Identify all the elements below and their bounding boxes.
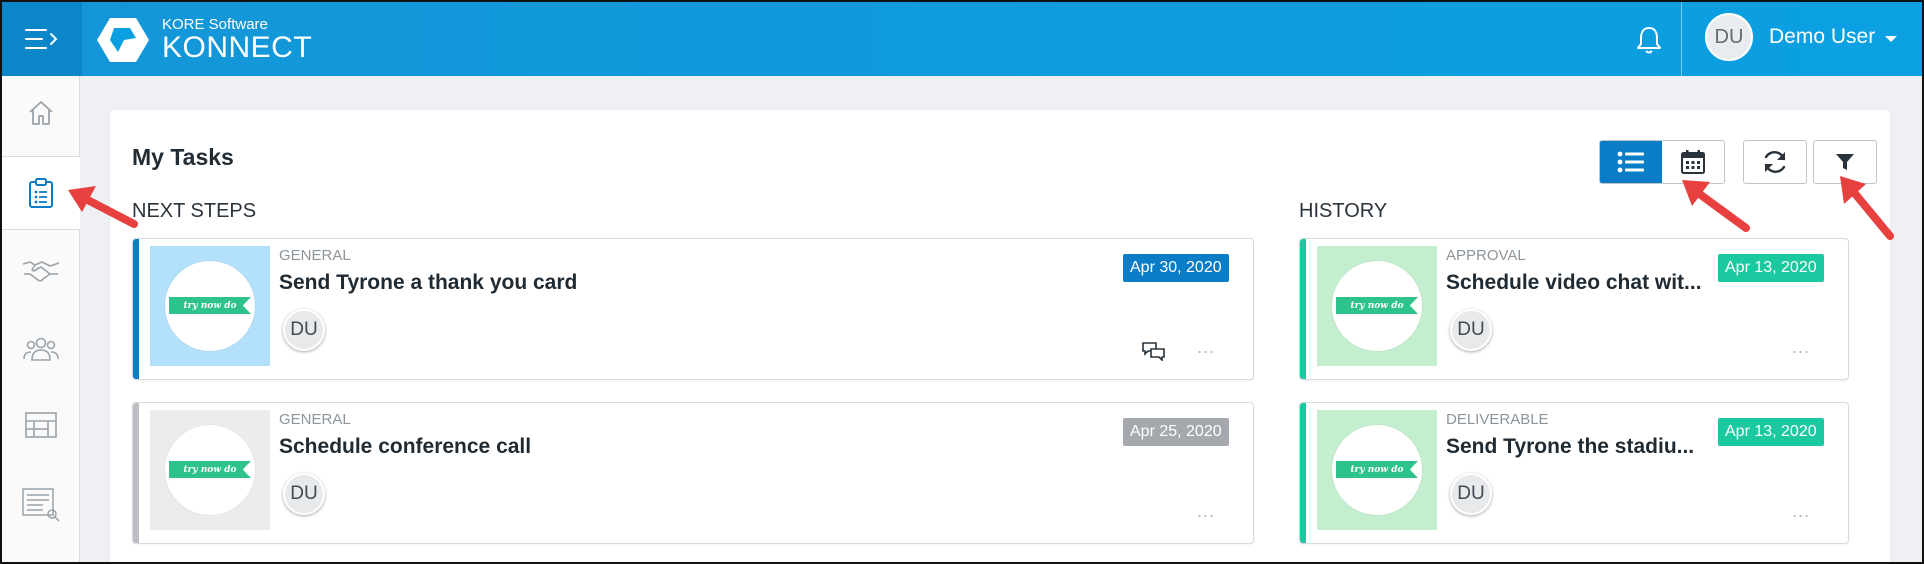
list-icon <box>1617 151 1644 173</box>
brand-logo-image: try now do <box>165 261 255 351</box>
brand-logo-text: try now do <box>1350 300 1404 311</box>
history-heading: HISTORY <box>1299 200 1388 222</box>
task-title[interactable]: Send Tyrone the stadiu... <box>1446 435 1716 459</box>
menu-expand-icon <box>25 29 58 49</box>
report-search-icon <box>22 488 60 522</box>
comments-button[interactable] <box>1141 341 1167 366</box>
filter-button[interactable] <box>1813 140 1877 184</box>
task-title[interactable]: Schedule video chat wit... <box>1446 271 1716 295</box>
task-card-next-2[interactable]: try now do GENERAL Schedule conference c… <box>132 402 1254 544</box>
task-type: GENERAL <box>279 247 351 264</box>
task-thumbnail: try now do <box>150 246 270 366</box>
app-logo[interactable]: KORE Software KONNECT <box>96 16 312 64</box>
task-status-accent <box>1300 239 1306 379</box>
view-toggle <box>1599 140 1725 184</box>
brand-logo-text: try now do <box>183 464 237 475</box>
filter-icon <box>1836 154 1854 170</box>
calendar-icon <box>1681 150 1705 174</box>
more-options-button[interactable]: ... <box>1197 337 1215 358</box>
due-date-badge: Apr 25, 2020 <box>1123 418 1229 446</box>
logo-product: KONNECT <box>162 31 313 64</box>
refresh-icon <box>1764 151 1786 173</box>
user-avatar: DU <box>1705 13 1753 61</box>
task-status-accent <box>133 403 139 543</box>
due-date-badge: Apr 30, 2020 <box>1123 254 1229 282</box>
header-divider <box>1681 2 1682 76</box>
comments-icon <box>1142 342 1165 362</box>
brand-logo-image: try now do <box>165 425 255 515</box>
my-tasks-panel: My Tasks NEXT STEPS HISTORY try now do G… <box>110 110 1890 562</box>
more-options-button[interactable]: ... <box>1197 501 1215 522</box>
task-thumbnail: try now do <box>1317 410 1437 530</box>
handshake-icon <box>22 261 60 282</box>
user-name: Demo User <box>1769 25 1876 48</box>
home-icon <box>29 101 53 125</box>
sidebar-nav <box>2 76 80 562</box>
task-title[interactable]: Send Tyrone a thank you card <box>279 271 1079 295</box>
assignee-avatar[interactable]: DU <box>283 473 325 515</box>
sidebar-item-home[interactable] <box>2 76 80 150</box>
task-card-history-1[interactable]: try now do APPROVAL Schedule video chat … <box>1299 238 1849 380</box>
sidebar-item-reports[interactable] <box>2 468 80 542</box>
task-status-accent <box>1300 403 1306 543</box>
task-type: GENERAL <box>279 411 351 428</box>
brand-logo-image: try now do <box>1332 425 1422 515</box>
sidebar-item-deals[interactable] <box>2 234 80 308</box>
chevron-down-icon <box>1885 36 1898 42</box>
task-status-accent <box>133 239 139 379</box>
notifications-button[interactable] <box>1629 20 1669 60</box>
brand-logo-text: try now do <box>183 300 237 311</box>
calendar-view-button[interactable] <box>1662 141 1724 183</box>
sidebar-item-tasks[interactable] <box>2 156 80 230</box>
top-header: KORE Software KONNECT DU Demo User <box>2 2 1922 76</box>
clipboard-task-icon <box>29 178 53 208</box>
menu-toggle-button[interactable] <box>2 2 82 76</box>
task-card-history-2[interactable]: try now do DELIVERABLE Send Tyrone the s… <box>1299 402 1849 544</box>
assignee-avatar[interactable]: DU <box>1450 309 1492 351</box>
bell-icon <box>1637 27 1661 54</box>
brand-logo-text: try now do <box>1350 464 1404 475</box>
assignee-avatar[interactable]: DU <box>1450 473 1492 515</box>
due-date-badge: Apr 13, 2020 <box>1718 418 1824 446</box>
page-title: My Tasks <box>132 144 234 170</box>
more-options-button[interactable]: ... <box>1792 501 1810 522</box>
list-view-button[interactable] <box>1600 141 1662 183</box>
due-date-badge: Apr 13, 2020 <box>1718 254 1824 282</box>
task-thumbnail: try now do <box>1317 246 1437 366</box>
user-menu[interactable]: DU Demo User <box>1705 13 1898 61</box>
task-title[interactable]: Schedule conference call <box>279 435 1079 459</box>
sidebar-item-venues[interactable] <box>2 388 80 462</box>
assignee-avatar[interactable]: DU <box>283 309 325 351</box>
sidebar-item-contacts[interactable] <box>2 312 80 386</box>
refresh-button[interactable] <box>1743 140 1807 184</box>
stadium-icon <box>25 412 57 438</box>
people-group-icon <box>23 337 59 361</box>
more-options-button[interactable]: ... <box>1792 337 1810 358</box>
task-thumbnail: try now do <box>150 410 270 530</box>
kore-logo-icon <box>97 18 149 62</box>
next-steps-heading: NEXT STEPS <box>132 200 257 222</box>
task-type: APPROVAL <box>1446 247 1526 264</box>
task-type: DELIVERABLE <box>1446 411 1549 428</box>
task-card-next-1[interactable]: try now do GENERAL Send Tyrone a thank y… <box>132 238 1254 380</box>
brand-logo-image: try now do <box>1332 261 1422 351</box>
app-window: KORE Software KONNECT DU Demo User My Ta… <box>0 0 1924 564</box>
